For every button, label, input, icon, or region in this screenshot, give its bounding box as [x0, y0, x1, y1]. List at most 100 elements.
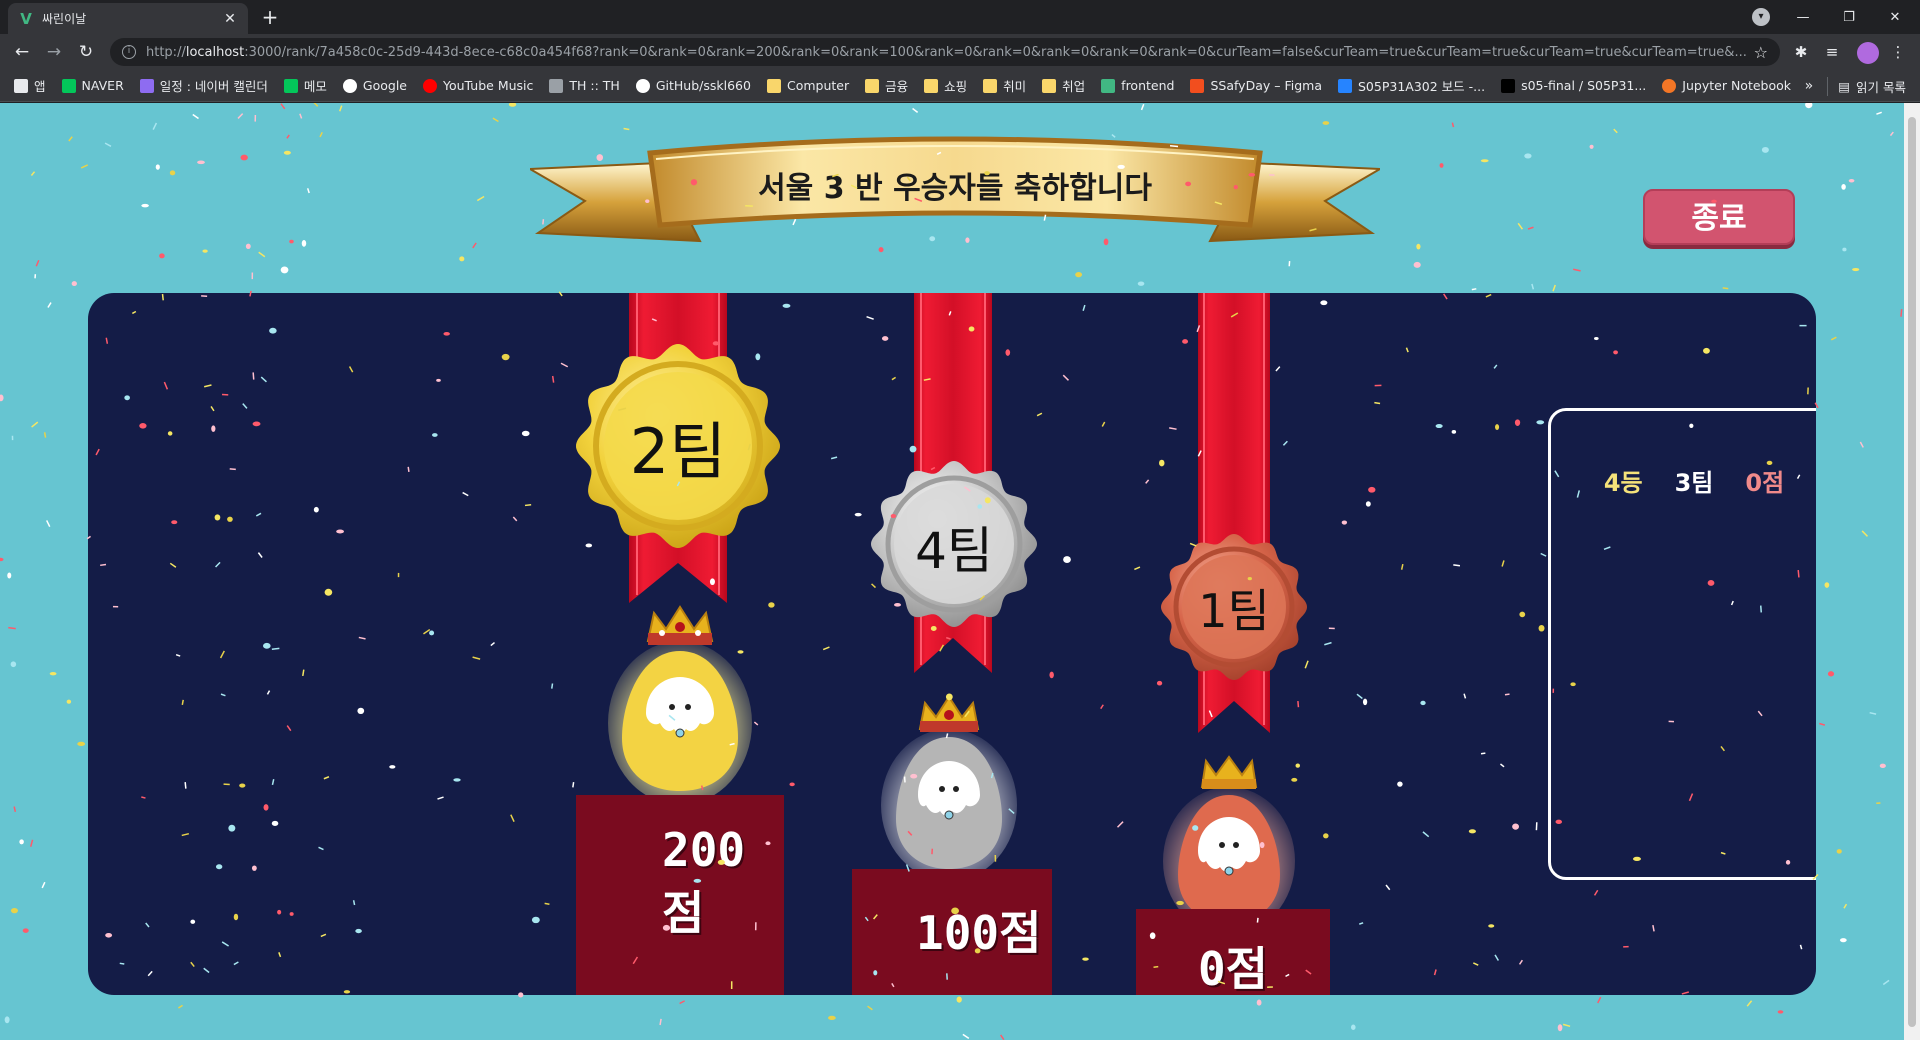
confetti-piece [1524, 153, 1532, 159]
bookmark-item[interactable]: S05P31A302 보드 -... [1337, 76, 1486, 95]
confetti-piece [1517, 222, 1524, 230]
page-scrollbar[interactable] [1904, 103, 1920, 1040]
forward-icon[interactable]: → [42, 40, 66, 64]
bookmark-item[interactable]: 메모 [283, 76, 327, 95]
confetti-piece [472, 242, 477, 249]
minimize-icon[interactable]: — [1780, 10, 1826, 25]
confetti-piece [0, 394, 4, 402]
bookmark-label: 취미 [1003, 79, 1027, 94]
new-tab-button[interactable]: + [258, 6, 282, 30]
confetti-piece [1480, 159, 1489, 163]
ranking-page: 서울 3 반 우승자들 축하합니다 종료 2팀 4팀 1팀 200점 100점 … [0, 103, 1904, 1040]
confetti-piece [0, 557, 4, 562]
memo-icon [283, 78, 298, 93]
confetti-piece [623, 127, 630, 131]
confetti-piece [1746, 1000, 1753, 1007]
confetti-piece [19, 839, 24, 845]
confetti-piece [10, 907, 18, 914]
bookmark-item[interactable]: 취업 [1042, 76, 1085, 95]
folder-icon [983, 78, 998, 93]
bookmark-item[interactable]: 쇼핑 [924, 76, 967, 95]
confetti-piece [312, 103, 319, 107]
confetti-piece [319, 131, 323, 138]
bookmark-label: SSafyDay – Figma [1210, 78, 1322, 93]
bookmark-label: YouTube Music [443, 78, 534, 93]
bookmarks-more-icon[interactable]: » [1805, 78, 1814, 94]
bookmark-star-icon[interactable]: ☆ [1754, 43, 1768, 62]
folder-icon [1042, 78, 1057, 93]
bookmark-item[interactable]: SSafyDay – Figma [1190, 78, 1322, 93]
end-button[interactable]: 종료 [1643, 189, 1795, 245]
confetti-piece [192, 113, 199, 120]
media-control-icon[interactable]: ≡ [1822, 42, 1842, 62]
confetti-piece [35, 259, 40, 267]
bookmark-item[interactable]: 앱 [14, 76, 46, 95]
first-place-podium: 200점 [576, 795, 784, 995]
second-place-podium: 100점 [852, 869, 1052, 995]
bookmark-item[interactable]: GitHub/sskl660 [635, 78, 751, 93]
bookmark-item[interactable]: Jupyter Notebook [1662, 78, 1791, 93]
profile-avatar[interactable] [1857, 42, 1879, 64]
bookmark-label: S05P31A302 보드 -... [1357, 79, 1486, 94]
bookmark-item[interactable]: frontend [1101, 78, 1174, 93]
bookmark-item[interactable]: 금융 [865, 76, 908, 95]
menu-dots-icon[interactable]: ⋮ [1888, 42, 1908, 62]
bookmark-item[interactable]: YouTube Music [423, 78, 533, 93]
confetti-piece [1573, 268, 1581, 272]
restore-icon[interactable]: ❐ [1826, 10, 1872, 25]
confetti-piece [41, 881, 46, 889]
first-place-score: 200점 [662, 823, 746, 940]
second-place-score: 100점 [916, 906, 1042, 960]
confetti-piece [11, 435, 14, 441]
confetti-piece [339, 105, 343, 112]
bookmark-label: TH :: TH [569, 78, 620, 93]
confetti-piece [1322, 121, 1330, 125]
bookmarks-bar: 앱 NAVER 일정 : 네이버 캘린더 메모 Google YouTube Music T… [0, 70, 1920, 102]
back-icon[interactable]: ← [10, 40, 34, 64]
rank-team: 3팀 [1674, 469, 1714, 497]
confetti-piece [659, 1018, 662, 1026]
confetti-piece [280, 103, 286, 110]
bookmark-item[interactable]: Computer [766, 78, 849, 93]
confetti-piece [10, 661, 17, 668]
confetti-piece [178, 1004, 183, 1009]
jira-icon [1337, 78, 1352, 93]
bookmark-item[interactable]: TH :: TH [549, 78, 620, 93]
reading-list-button[interactable]: ▤ 읽기 목록 [1827, 76, 1906, 96]
confetti-piece [4, 1016, 10, 1024]
tab-search-icon[interactable]: ▾ [1752, 8, 1770, 26]
confetti-piece [283, 150, 291, 155]
bookmark-item[interactable]: NAVER [61, 78, 124, 93]
bookmark-item[interactable]: Google [342, 78, 407, 93]
confetti-piece [679, 1000, 685, 1005]
folder-icon [865, 78, 880, 93]
confetti-piece [476, 195, 485, 202]
tab-close-icon[interactable]: ✕ [222, 11, 238, 27]
site-info-icon[interactable]: i [122, 45, 136, 59]
bookmark-item[interactable]: 일정 : 네이버 캘린더 [139, 76, 268, 95]
address-bar[interactable]: i http://localhost:3000/rank/7a458c0c-25… [110, 38, 1780, 66]
confetti-piece [1451, 122, 1455, 128]
scrollbar-thumb[interactable] [1908, 117, 1916, 1027]
confetti-piece [237, 113, 244, 119]
gold-character [608, 603, 752, 805]
podium-stage: 2팀 4팀 1팀 200점 100점 0점 4등 3팀 0점 [88, 293, 1816, 995]
confetti-piece [245, 243, 251, 250]
bookmark-item[interactable]: s05-final / S05P31... [1501, 78, 1646, 93]
confetti-piece [7, 572, 12, 579]
confetti-piece [459, 256, 465, 262]
confetti-piece [30, 839, 34, 847]
silver-character [881, 693, 1017, 881]
bookmark-item[interactable]: 취미 [983, 76, 1026, 95]
silver-medal: 4팀 [868, 461, 1040, 627]
confetti-piece [1876, 802, 1881, 804]
close-window-icon[interactable]: ✕ [1872, 10, 1918, 25]
confetti-piece [169, 170, 176, 176]
extensions-icon[interactable]: ✱ [1791, 42, 1811, 62]
bronze-medal-team: 1팀 [1198, 584, 1270, 638]
confetti-piece [1819, 722, 1826, 726]
confetti-piece [80, 164, 89, 169]
confetti-piece [508, 103, 517, 107]
browser-tab[interactable]: V 싸린이날 ✕ [8, 3, 248, 34]
reload-icon[interactable]: ↻ [74, 40, 98, 64]
